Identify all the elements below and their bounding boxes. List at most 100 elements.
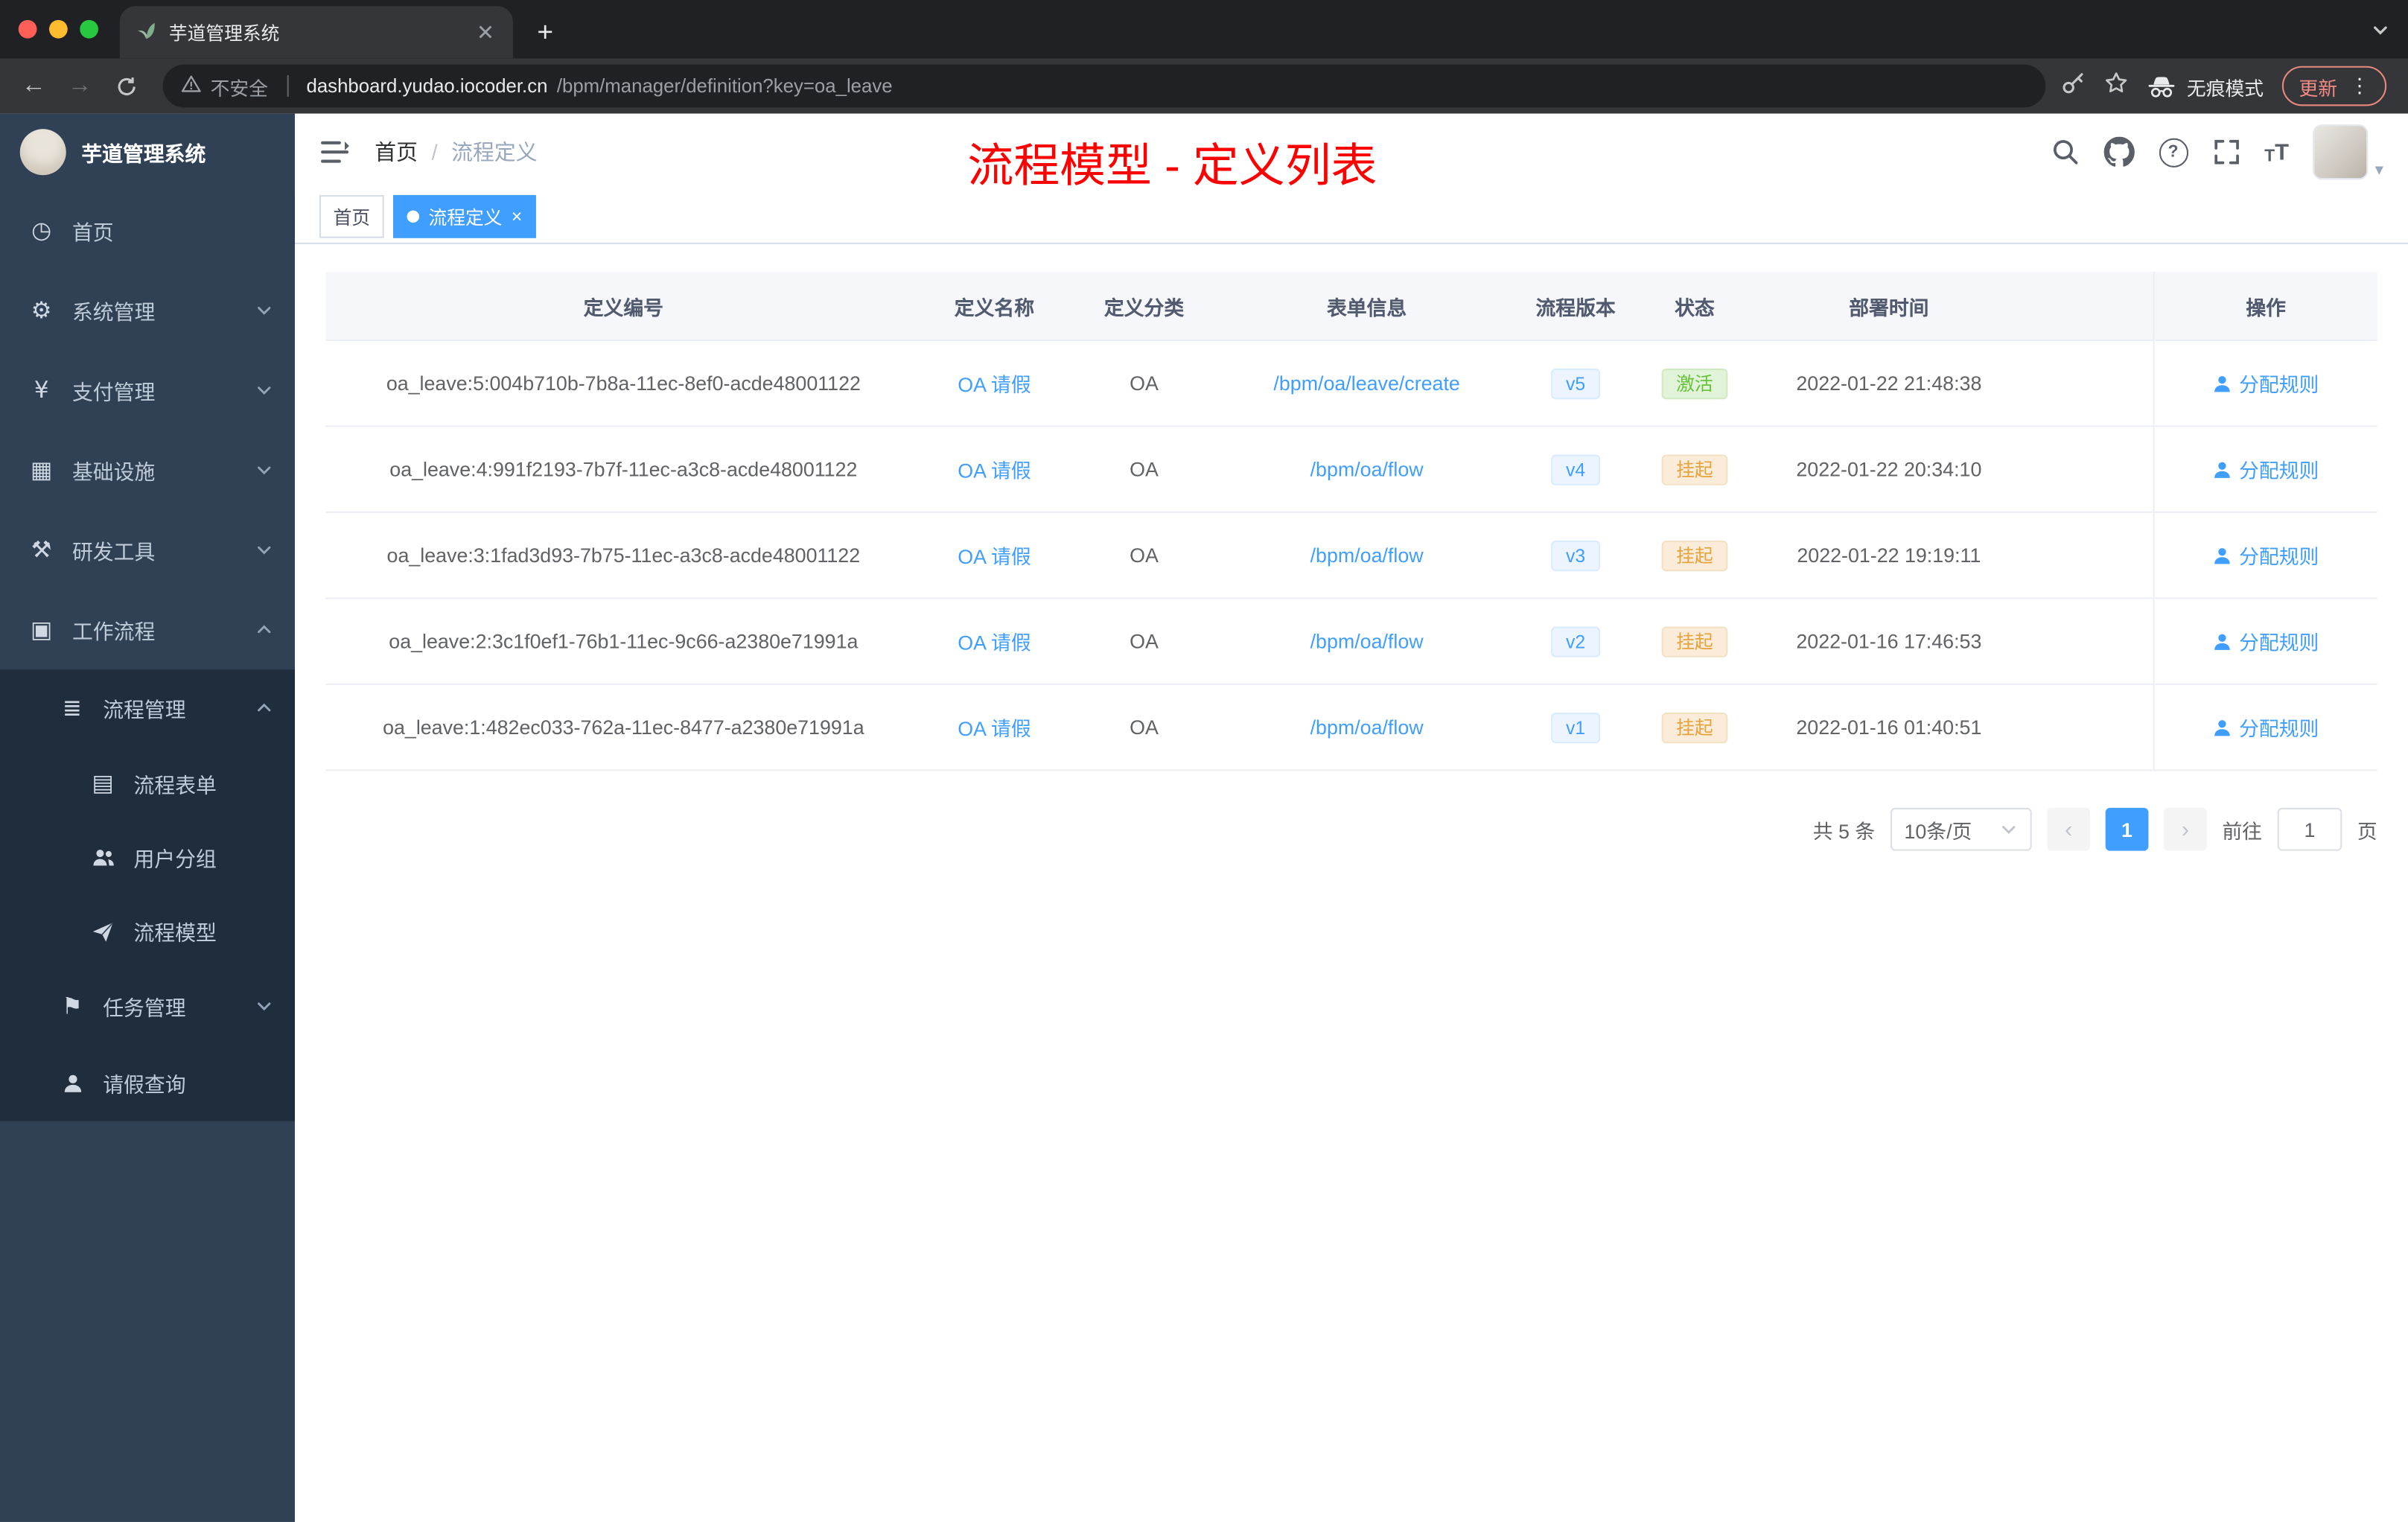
sidebar-item-process-form[interactable]: ▤ 流程表单 [0,746,295,820]
yen-icon: ¥ [34,376,49,404]
definition-name-link[interactable]: OA 请假 [958,455,1031,484]
definition-name-link[interactable]: OA 请假 [958,627,1031,656]
breadcrumb: 首页 / 流程定义 [375,137,537,168]
update-menu-button[interactable]: 更新 ⋮ [2281,66,2387,106]
chevron-up-icon [255,620,273,639]
url-host: dashboard.yudao.iocoder.cn [306,75,548,97]
version-badge: v2 [1550,625,1601,657]
list-icon: ≣ [62,694,82,722]
definition-id: oa_leave:1:482ec033-762a-11ec-8477-a2380… [383,716,864,739]
sidebar-item-devtools[interactable]: ⚒ 研发工具 [0,510,295,590]
form-link[interactable]: /bpm/oa/flow [1310,458,1424,481]
sidebar-item-payment[interactable]: ¥ 支付管理 [0,350,295,430]
next-page-button[interactable]: › [2163,807,2207,851]
tag-label: 流程定义 [428,206,503,229]
new-tab-button[interactable]: + [525,13,565,53]
column-header: 定义分类 [1103,296,1185,319]
assign-rule-button[interactable]: 分配规则 [2213,369,2319,398]
assign-rule-button[interactable]: 分配规则 [2213,541,2319,570]
minimize-window-button[interactable] [49,19,68,39]
table-row: oa_leave:3:1fad3d93-7b75-11ec-a3c8-acde4… [325,512,2377,599]
brand-logo [19,129,66,176]
deploy-time: 2022-01-22 19:19:11 [1797,544,1981,567]
form-link[interactable]: /bpm/oa/flow [1310,716,1424,739]
column-header: 部署时间 [1849,296,1929,319]
hamburger-icon[interactable] [319,138,350,166]
chevron-down-icon [255,541,273,559]
definition-name-link[interactable]: OA 请假 [958,541,1031,570]
assign-rule-button[interactable]: 分配规则 [2213,627,2319,656]
definition-name-link[interactable]: OA 请假 [958,369,1031,398]
font-size-icon[interactable]: TT [2264,139,2289,165]
sidebar-item-system[interactable]: ⚙ 系统管理 [0,270,295,350]
warning-icon [181,74,201,98]
sidebar-item-process-model[interactable]: 流程模型 [0,894,295,967]
fullscreen-icon[interactable] [2212,138,2240,166]
table-row: oa_leave:4:991f2193-7b7f-11ec-a3c8-acde4… [325,427,2377,513]
column-header: 表单信息 [1326,296,1407,319]
browser-tab[interactable]: 芋道管理系统 ✕ [119,6,513,59]
dashboard-icon: ◷ [31,216,52,244]
version-badge: v4 [1550,453,1601,485]
sidebar-item-user-group[interactable]: 用户分组 [0,820,295,894]
definition-id: oa_leave:2:3c1f0ef1-76b1-11ec-9c66-a2380… [389,629,859,653]
deploy-time: 2022-01-22 21:48:38 [1796,372,1982,395]
form-link[interactable]: /bpm/oa/flow [1310,630,1424,653]
active-dot [407,210,420,223]
tag-close-icon[interactable]: × [512,206,522,227]
chevron-down-icon [255,381,273,400]
page-size-select[interactable]: 10条/页 [1890,807,2032,851]
sidebar-item-leave-query[interactable]: 请假查询 [0,1045,295,1121]
table-header-row: 定义编号 定义名称 定义分类 表单信息 流程版本 状态 部署时间 操作 [325,272,2377,341]
form-link[interactable]: /bpm/oa/flow [1310,544,1424,567]
sidebar-item-task-management[interactable]: ⚑ 任务管理 [0,967,295,1044]
form-link[interactable]: /bpm/oa/leave/create [1273,372,1459,395]
close-window-button[interactable] [18,19,37,39]
page-number-1[interactable]: 1 [2105,807,2149,851]
tab-close-icon[interactable]: ✕ [474,19,497,45]
deploy-time: 2022-01-16 01:40:51 [1796,716,1982,739]
breadcrumb-home[interactable]: 首页 [375,137,418,168]
help-icon[interactable]: ? [2158,137,2188,167]
workflow-icon: ▣ [31,616,53,644]
sidebar-brand[interactable]: 芋道管理系统 [0,114,295,191]
tag-home[interactable]: 首页 [319,194,384,238]
assign-rule-button[interactable]: 分配规则 [2213,713,2319,742]
users-icon [89,843,117,870]
forward-button[interactable]: → [58,65,101,108]
status-badge: 挂起 [1662,625,1727,657]
url-bar[interactable]: 不安全 dashboard.yudao.iocoder.cn/bpm/manag… [162,64,2046,108]
user-menu[interactable]: ▾ [2313,124,2383,180]
kebab-menu-icon[interactable]: ⋮ [2350,74,2370,98]
tag-process-definition[interactable]: 流程定义 × [393,194,536,238]
search-icon[interactable] [2051,138,2079,166]
deploy-time: 2022-01-22 20:34:10 [1796,457,1982,481]
sidebar-item-home[interactable]: ◷ 首页 [0,191,295,270]
sidebar-item-workflow[interactable]: ▣ 工作流程 [0,590,295,669]
flag-icon: ⚑ [62,992,83,1020]
tab-search-chevron-icon[interactable] [2372,20,2390,48]
deploy-time: 2022-01-16 17:46:53 [1796,629,1982,653]
definition-category: OA [1130,372,1159,395]
grid-icon: ▦ [31,456,53,484]
sidebar-item-label: 首页 [71,221,114,244]
github-icon[interactable] [2103,136,2134,168]
caret-down-icon: ▾ [2374,161,2383,180]
password-key-icon[interactable] [2061,70,2086,102]
zoom-window-button[interactable] [80,19,98,39]
gear-icon: ⚙ [31,296,52,325]
url-path: /bpm/manager/definition?key=oa_leave [556,75,893,97]
goto-page-input[interactable] [2277,807,2342,851]
goto-unit: 页 [2357,819,2377,843]
definition-id: oa_leave:4:991f2193-7b7f-11ec-a3c8-acde4… [389,457,858,481]
prev-page-button[interactable]: ‹ [2047,807,2090,851]
back-button[interactable]: ← [13,65,56,108]
reload-button[interactable] [104,65,147,108]
sidebar-item-infrastructure[interactable]: ▦ 基础设施 [0,430,295,510]
definition-name-link[interactable]: OA 请假 [958,713,1031,742]
bookmark-star-icon[interactable] [2104,70,2129,102]
assign-rule-button[interactable]: 分配规则 [2213,455,2319,484]
sidebar-item-process-management[interactable]: ≣ 流程管理 [0,669,295,746]
